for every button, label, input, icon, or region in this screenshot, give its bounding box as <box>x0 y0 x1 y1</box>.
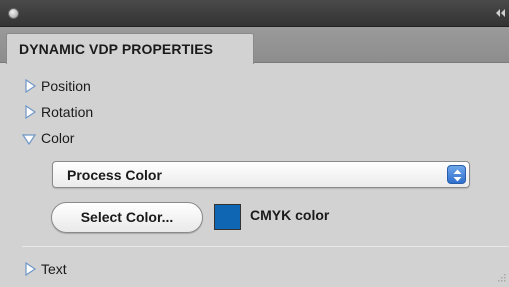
collapse-panel-icon[interactable] <box>493 6 507 20</box>
section-position-label[interactable]: Position <box>41 75 91 97</box>
expand-rotation-icon[interactable] <box>23 105 37 119</box>
select-arrows-icon <box>447 165 466 184</box>
section-rotation-label[interactable]: Rotation <box>41 101 93 123</box>
vdp-properties-panel: DYNAMIC VDP PROPERTIES Position Rotation… <box>0 0 509 287</box>
section-color-label[interactable]: Color <box>41 127 74 149</box>
color-type-select-value: Process Color <box>67 167 162 183</box>
color-swatch-label: CMYK color <box>250 207 330 223</box>
color-type-select[interactable]: Process Color <box>52 161 470 188</box>
collapse-color-icon[interactable] <box>22 132 36 146</box>
expand-text-icon[interactable] <box>23 262 37 276</box>
expand-position-icon[interactable] <box>23 79 37 93</box>
tab-row: DYNAMIC VDP PROPERTIES <box>0 27 509 64</box>
resize-grip-icon[interactable] <box>493 271 507 285</box>
section-text-label[interactable]: Text <box>41 258 67 280</box>
tab-dynamic-vdp-properties[interactable]: DYNAMIC VDP PROPERTIES <box>6 33 254 64</box>
close-icon[interactable] <box>8 8 19 19</box>
color-swatch[interactable] <box>214 204 241 230</box>
select-color-button[interactable]: Select Color... <box>51 202 203 233</box>
panel-titlebar[interactable] <box>0 0 509 27</box>
section-divider <box>22 246 509 247</box>
